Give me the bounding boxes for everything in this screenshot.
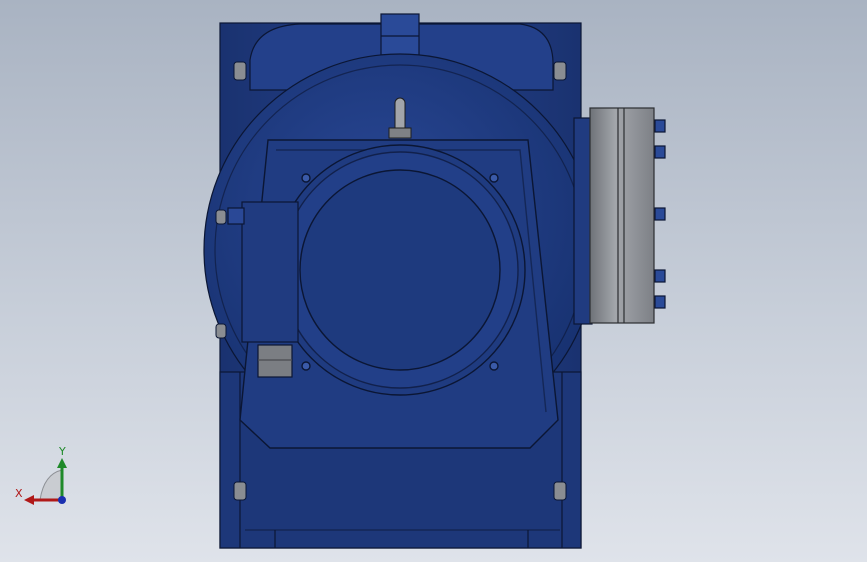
triad-x-arrow	[24, 495, 34, 505]
triad-plane	[39, 469, 63, 501]
triad-z-dot	[58, 496, 66, 504]
triad-y-arrow	[57, 458, 67, 468]
cad-viewport[interactable]: Y X	[0, 0, 867, 562]
triad-y-label: Y	[58, 445, 66, 458]
motor-face	[274, 144, 526, 396]
triad-x-label: X	[15, 487, 23, 500]
flange-bolts	[654, 119, 666, 309]
gearbox-drawing: Y X	[15, 13, 666, 549]
side-flange	[573, 107, 666, 325]
coordinate-triad: Y X	[15, 445, 67, 505]
